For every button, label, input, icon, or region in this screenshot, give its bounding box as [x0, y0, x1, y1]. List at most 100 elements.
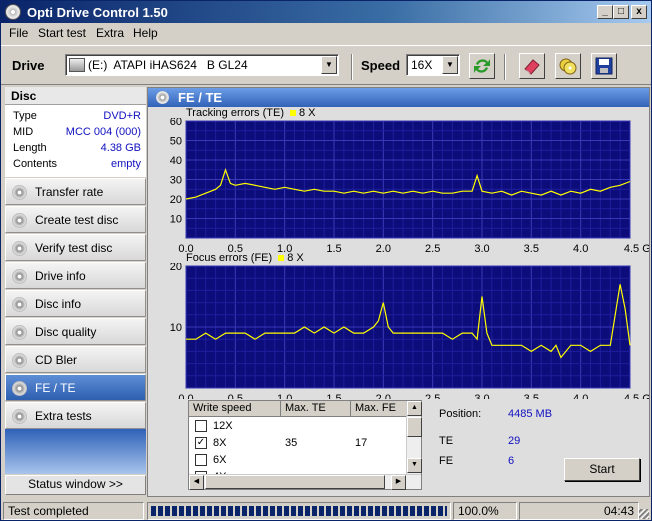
- save-button[interactable]: [591, 53, 617, 79]
- disc-mid-key: MID: [13, 126, 34, 138]
- table-row[interactable]: 6X: [189, 451, 407, 468]
- chevron-down-icon[interactable]: ▼: [442, 56, 458, 74]
- x-tick-label: 2.0: [376, 393, 391, 399]
- x-tick-label: 3.0: [474, 243, 489, 254]
- nav-extra-tests[interactable]: Extra tests: [5, 402, 146, 429]
- progress-fill: [151, 506, 447, 516]
- row-checkbox[interactable]: [195, 454, 207, 466]
- table-row[interactable]: 12X: [189, 417, 407, 434]
- disc-app-icon: [5, 4, 21, 20]
- scroll-thumb[interactable]: [205, 475, 385, 489]
- refresh-button[interactable]: [469, 53, 495, 79]
- fe-legend-swatch: [278, 254, 285, 261]
- fe-te-panel: FE / TE Tracking errors (TE) 8 X 60 50 40 30…: [147, 87, 650, 497]
- x-tick-label: 2.5: [425, 243, 440, 254]
- disc-icon: [12, 185, 27, 200]
- menu-help[interactable]: Help: [133, 26, 158, 40]
- x-tick-label: 4.5 GB: [624, 393, 649, 399]
- disc-header: Disc: [5, 87, 146, 105]
- nav-fe-te[interactable]: FE / TE: [5, 374, 146, 401]
- disc-type-key: Type: [13, 110, 37, 122]
- speed-select[interactable]: 16X ▼: [406, 54, 460, 76]
- y-tick-label: 60: [170, 118, 182, 128]
- col-max-te[interactable]: Max. TE: [281, 401, 351, 417]
- start-button[interactable]: Start: [564, 458, 640, 481]
- speed-table: Write speed Max. TE Max. FE 12X ✓ 8X 35 …: [188, 400, 422, 490]
- nav-label: Create test disc: [35, 213, 119, 227]
- copy-button[interactable]: [555, 53, 581, 79]
- nav-label: Verify test disc: [35, 241, 113, 255]
- x-tick-label: 1.5: [326, 243, 341, 254]
- progress-bar: [147, 502, 451, 520]
- disc-info-panel: Type DVD+R MID MCC 004 (000) Length 4.38…: [5, 105, 146, 177]
- nav-label: Drive info: [35, 269, 86, 283]
- menu-extra[interactable]: Extra: [96, 26, 124, 40]
- nav-cd-bler[interactable]: CD Bler: [5, 346, 146, 373]
- table-horizontal-scrollbar[interactable]: ◀ ▶: [189, 474, 421, 490]
- menu-file[interactable]: File: [9, 26, 28, 40]
- te-chart: 6050403020100.0 0.5 1.0 1.5 2.0 2.5 3.0 3.5 4.0 4…: [170, 118, 649, 254]
- te-label: TE: [439, 435, 454, 447]
- nav-label: CD Bler: [35, 353, 78, 367]
- drive-label: Drive: [12, 58, 45, 73]
- fe-chart: 20 10 0.0 0.5 1.0 1.5 2.0 2.5 3.0 3.5 4.0 4.5 GB: [170, 263, 649, 399]
- nav-label: Disc info: [35, 297, 82, 311]
- row-speed: 6X: [213, 454, 227, 466]
- x-tick-label: 1.5: [326, 393, 341, 399]
- toolbar-separator: [504, 54, 506, 80]
- disc-icon: [156, 91, 169, 104]
- disc-length-key: Length: [13, 142, 47, 154]
- disc-icon: [12, 325, 27, 340]
- disc-icon: [12, 381, 27, 396]
- maximize-button[interactable]: □: [613, 5, 629, 19]
- status-text: Test completed: [3, 502, 144, 520]
- x-tick-label: 4.0: [573, 243, 588, 254]
- y-tick-label: 10: [170, 322, 182, 334]
- scroll-right-icon[interactable]: ▶: [391, 475, 406, 490]
- speed-label: Speed: [361, 58, 401, 73]
- table-row[interactable]: ✓ 8X 35 17: [189, 434, 407, 451]
- erase-button[interactable]: [519, 53, 545, 79]
- panel-header: FE / TE: [148, 88, 649, 107]
- table-vertical-scrollbar[interactable]: ▲ ▼: [406, 401, 422, 474]
- resize-grip[interactable]: [639, 509, 649, 519]
- nav-verify-test-disc[interactable]: Verify test disc: [5, 234, 146, 261]
- row-speed: 12X: [213, 420, 233, 432]
- disc-type-value: DVD+R: [103, 110, 141, 122]
- close-button[interactable]: x: [631, 5, 647, 19]
- x-tick-label: 3.5: [524, 243, 539, 254]
- fe-label: FE: [439, 455, 454, 467]
- menu-start-test[interactable]: Start test: [38, 26, 86, 40]
- nav-create-test-disc[interactable]: Create test disc: [5, 206, 146, 233]
- scroll-thumb[interactable]: [407, 417, 422, 437]
- elapsed-time: 04:43: [519, 502, 639, 520]
- col-write-speed[interactable]: Write speed: [189, 401, 281, 417]
- speed-table-header: Write speed Max. TE Max. FE: [189, 401, 407, 417]
- status-window-button[interactable]: Status window >>: [5, 475, 146, 495]
- nav-transfer-rate[interactable]: Transfer rate: [5, 178, 146, 205]
- status-bar: Test completed 100.0% 04:43: [1, 500, 651, 521]
- title-bar: Opti Drive Control 1.50 _ □ x: [1, 1, 651, 23]
- chevron-down-icon[interactable]: ▼: [321, 56, 337, 74]
- nav-background: [5, 429, 146, 474]
- scroll-left-icon[interactable]: ◀: [189, 475, 204, 490]
- nav-disc-quality[interactable]: Disc quality: [5, 318, 146, 345]
- col-max-fe[interactable]: Max. FE: [351, 401, 407, 417]
- eraser-icon: [524, 59, 540, 75]
- nav-label: FE / TE: [35, 381, 76, 395]
- row-checkbox[interactable]: [195, 420, 207, 432]
- x-tick-label: 3.5: [524, 393, 539, 399]
- x-tick-label: 1.0: [277, 393, 292, 399]
- scroll-down-icon[interactable]: ▼: [407, 458, 422, 473]
- nav-drive-info[interactable]: Drive info: [5, 262, 146, 289]
- nav-disc-info[interactable]: Disc info: [5, 290, 146, 317]
- drive-select[interactable]: (E:) ATAPI iHAS624 B GL24 ▼: [65, 54, 339, 76]
- scroll-up-icon[interactable]: ▲: [407, 401, 422, 416]
- disc-icon: [12, 241, 27, 256]
- nav-label: Extra tests: [35, 409, 92, 423]
- x-tick-label: 4.0: [573, 393, 588, 399]
- minimize-button[interactable]: _: [597, 5, 613, 19]
- disc-icon: [12, 269, 27, 284]
- row-checkbox-checked[interactable]: ✓: [195, 437, 207, 449]
- disc-icon: [12, 297, 27, 312]
